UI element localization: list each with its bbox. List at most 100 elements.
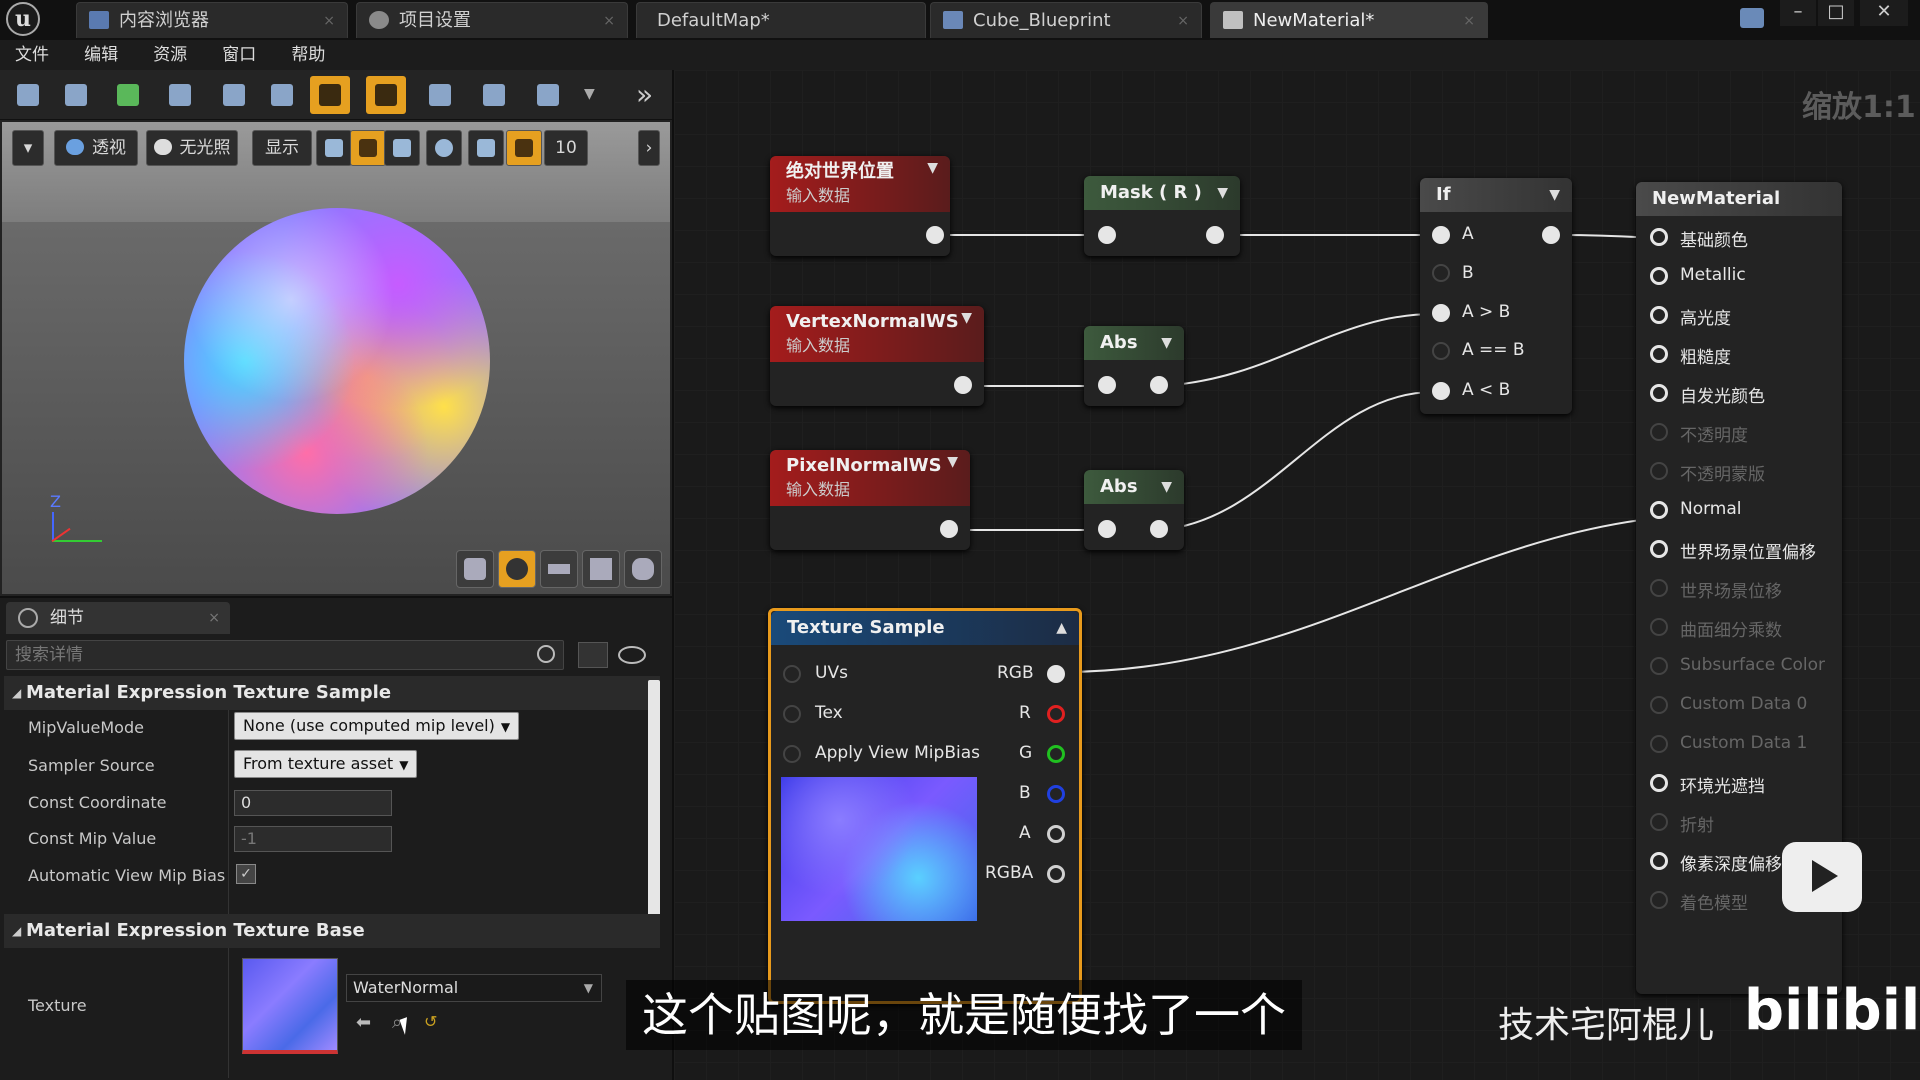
chevron-down-icon[interactable]: ▼ (927, 156, 938, 180)
teapot-preview-button[interactable] (624, 550, 662, 588)
uvs-input-pin[interactable] (783, 665, 801, 683)
chevron-down-icon[interactable]: ▼ (584, 86, 595, 102)
hide-unrelated-button[interactable] (528, 76, 568, 114)
browse-button[interactable] (56, 76, 96, 114)
r-output-pin[interactable] (1047, 705, 1065, 723)
reset-icon[interactable]: ↺ (424, 1012, 437, 1031)
material-input-pin[interactable] (1650, 891, 1668, 909)
input-pin[interactable] (1098, 376, 1116, 394)
chevron-down-icon[interactable]: ▼ (1161, 326, 1172, 360)
apply-button[interactable] (108, 76, 148, 114)
chevron-down-icon[interactable]: ▼ (961, 306, 972, 330)
plane-preview-button[interactable] (540, 550, 578, 588)
material-input-pin[interactable] (1650, 267, 1668, 285)
const-coordinate-input[interactable]: 0 (234, 790, 392, 816)
eye-icon[interactable] (618, 646, 646, 664)
rgb-output-pin[interactable] (1047, 665, 1065, 683)
clean-up-button[interactable] (262, 76, 302, 114)
maximize-button[interactable]: □ (1818, 0, 1854, 26)
node-abs-2[interactable]: Abs ▼ (1084, 470, 1184, 550)
details-scrollbar[interactable] (648, 680, 660, 938)
surface-snap-button[interactable] (468, 130, 504, 166)
if-input-agb-pin[interactable] (1432, 304, 1450, 322)
if-output-pin[interactable] (1542, 226, 1560, 244)
output-pin[interactable] (926, 226, 944, 244)
material-input-pin[interactable] (1650, 696, 1668, 714)
material-input-pin[interactable] (1650, 540, 1668, 558)
sphere-preview-button[interactable] (498, 550, 536, 588)
node-if[interactable]: If ▼ A B A > B A == B A < B (1420, 178, 1572, 414)
use-selected-icon[interactable]: ⬅ (356, 1012, 371, 1033)
chevron-down-icon[interactable]: ▼ (947, 450, 958, 474)
show-button[interactable]: 显示 (252, 130, 312, 166)
translate-tool-button[interactable] (316, 130, 352, 166)
node-texture-sample[interactable]: Texture Sample ▲ UVs Tex Apply View MipBi… (768, 608, 1082, 1004)
material-input-pin[interactable] (1650, 579, 1668, 597)
expand-toolbar-icon[interactable]: » (636, 78, 653, 111)
grid-size-button[interactable]: 10 (544, 130, 588, 166)
live-preview-button[interactable] (366, 76, 406, 114)
live-update-button[interactable] (474, 76, 514, 114)
close-icon[interactable]: × (603, 3, 615, 39)
output-pin[interactable] (940, 520, 958, 538)
node-pixel-normal-ws[interactable]: PixelNormalWS 输入数据 ▼ (770, 450, 970, 550)
feedback-icon[interactable] (1740, 8, 1764, 28)
texture-asset-select[interactable]: WaterNormal ▼ (346, 974, 602, 1002)
tab-content-browser[interactable]: 内容浏览器 × (76, 2, 348, 38)
rotate-tool-button[interactable] (350, 130, 386, 166)
grid-snap-button[interactable] (506, 130, 542, 166)
material-input-pin[interactable] (1650, 306, 1668, 324)
material-graph-canvas[interactable]: 缩放1:1 绝对世界位置 输入数据 ▼ VertexNormalWS 输入数据 ▼ Pi… (674, 70, 1920, 1080)
material-input-pin[interactable] (1650, 657, 1668, 675)
if-input-b-pin[interactable] (1432, 264, 1450, 282)
auto-view-mip-bias-checkbox[interactable]: ✓ (236, 864, 256, 884)
material-input-pin[interactable] (1650, 384, 1668, 402)
menu-file[interactable]: 文件 (0, 40, 64, 70)
section-texture-base[interactable]: ◢ Material Expression Texture Base (4, 914, 660, 948)
output-pin[interactable] (954, 376, 972, 394)
mip-value-mode-select[interactable]: None (use computed mip level) ▼ (234, 712, 520, 740)
close-window-button[interactable]: ✕ (1860, 0, 1908, 26)
if-input-alb-pin[interactable] (1432, 382, 1450, 400)
node-abs-1[interactable]: Abs ▼ (1084, 326, 1184, 406)
node-vertex-normal-ws[interactable]: VertexNormalWS 输入数据 ▼ (770, 306, 984, 406)
cube-preview-button[interactable] (582, 550, 620, 588)
viewport-expand-button[interactable]: › (638, 130, 660, 166)
const-mip-value-input[interactable]: -1 (234, 826, 392, 852)
tex-input-pin[interactable] (783, 705, 801, 723)
node-mask-r[interactable]: Mask ( R ) ▼ (1084, 176, 1240, 256)
viewport-options-button[interactable]: ▾ (12, 130, 44, 166)
chevron-down-icon[interactable]: ▼ (1161, 470, 1172, 504)
material-input-pin[interactable] (1650, 735, 1668, 753)
material-input-pin[interactable] (1650, 345, 1668, 363)
apply-mipbias-input-pin[interactable] (783, 745, 801, 763)
input-pin[interactable] (1098, 226, 1116, 244)
perspective-button[interactable]: 透视 (54, 130, 138, 166)
tab-default-map[interactable]: DefaultMap* (636, 2, 926, 38)
rgba-output-pin[interactable] (1047, 865, 1065, 883)
tab-cube-blueprint[interactable]: Cube_Blueprint × (930, 2, 1202, 38)
unreal-logo-icon[interactable]: u (6, 2, 40, 36)
texture-thumbnail[interactable] (242, 958, 338, 1054)
lit-mode-button[interactable]: 无光照 (146, 130, 238, 166)
minimize-button[interactable]: – (1780, 0, 1816, 26)
tab-details[interactable]: 细节 × (6, 602, 230, 634)
tab-project-settings[interactable]: 项目设置 × (356, 2, 628, 38)
close-icon[interactable]: × (208, 602, 220, 634)
material-input-pin[interactable] (1650, 813, 1668, 831)
preview-viewport[interactable]: ▾ 透视 无光照 显示 10 › Z (0, 120, 672, 596)
details-search-input[interactable]: 搜索详情 (6, 640, 564, 670)
material-input-pin[interactable] (1650, 423, 1668, 441)
output-pin[interactable] (1150, 520, 1168, 538)
input-pin[interactable] (1098, 520, 1116, 538)
output-pin[interactable] (1206, 226, 1224, 244)
scale-tool-button[interactable] (384, 130, 420, 166)
menu-help[interactable]: 帮助 (276, 40, 340, 70)
chevron-up-icon[interactable]: ▲ (1056, 611, 1067, 645)
world-local-toggle[interactable] (426, 130, 462, 166)
menu-asset[interactable]: 资源 (138, 40, 202, 70)
material-input-pin[interactable] (1650, 462, 1668, 480)
close-icon[interactable]: × (1177, 3, 1189, 39)
property-matrix-button[interactable] (578, 642, 608, 668)
cylinder-preview-button[interactable] (456, 550, 494, 588)
